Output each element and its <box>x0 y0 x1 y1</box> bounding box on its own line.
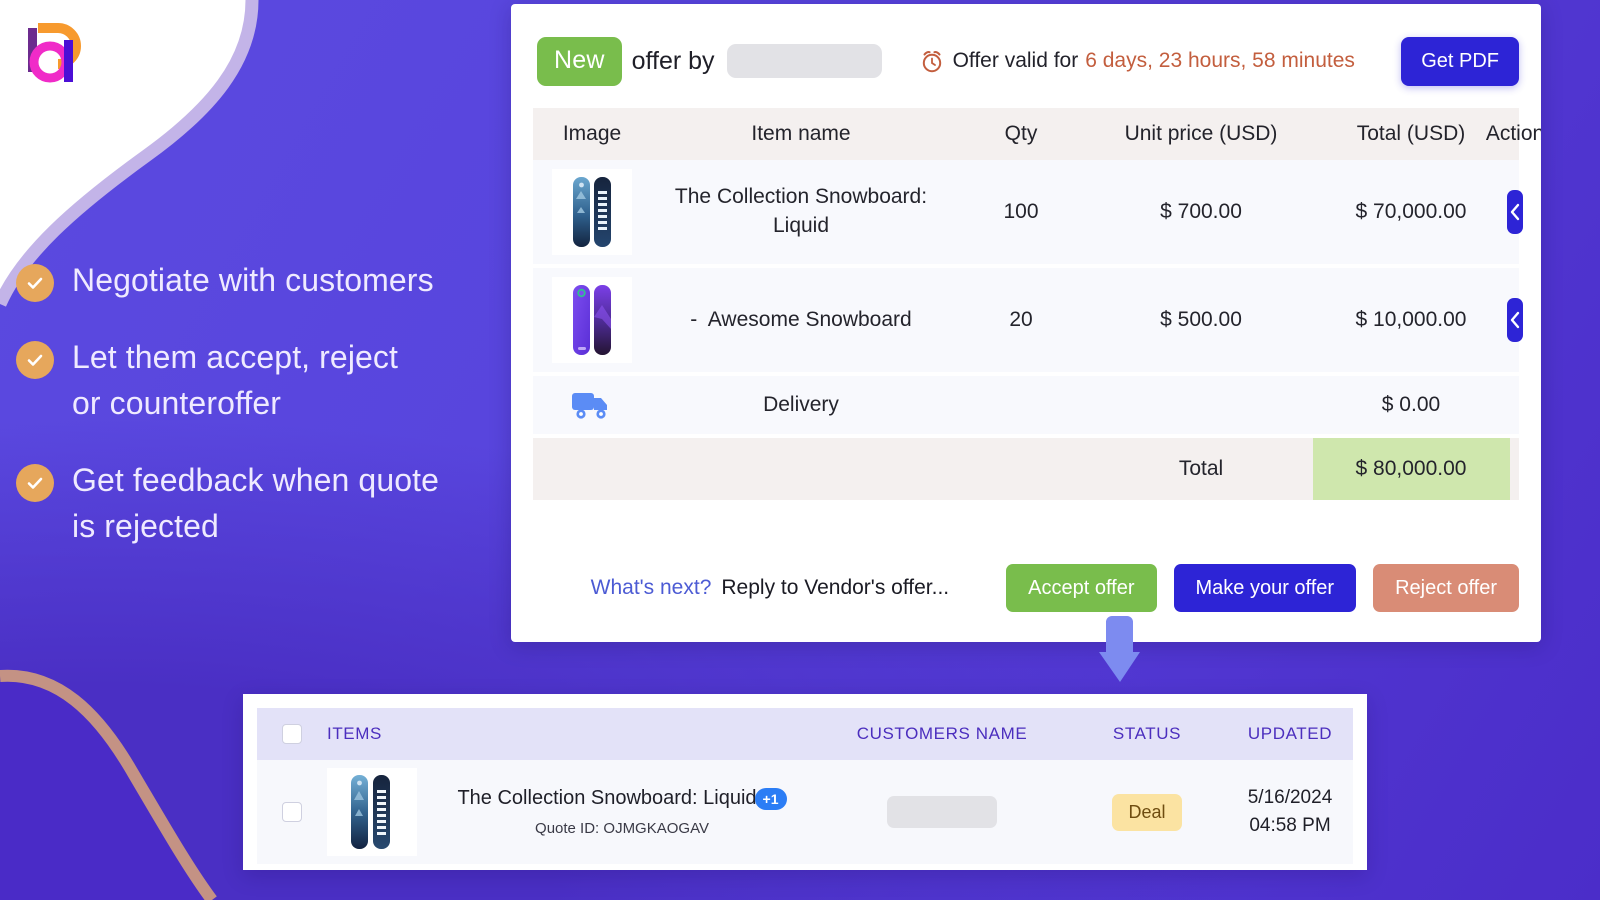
quote-id-label: Quote ID: OJMGKAOGAV <box>535 820 709 837</box>
column-header-updated: UPDATED <box>1247 724 1333 743</box>
total-row: Total $ 80,000.00 <box>533 438 1519 500</box>
column-header-unit-price: Unit price (USD) <box>1124 122 1278 145</box>
offer-header: New offer by Offer valid for 6 days, 23 … <box>511 4 1541 100</box>
item-total: $ 70,000.00 <box>1355 200 1467 223</box>
offer-by-label: offer by <box>631 46 715 75</box>
quotes-list-header: ITEMS CUSTOMERS NAME STATUS UPDATED <box>257 708 1353 760</box>
row-select-cell <box>257 802 327 822</box>
offer-actions: What's next? Reply to Vendor's offer... … <box>511 564 1541 612</box>
chevron-left-icon-button[interactable] <box>1507 190 1523 234</box>
row-select-checkbox[interactable] <box>282 802 302 822</box>
item-name-label: The Collection Snowboard: Liquid <box>674 185 928 237</box>
accept-offer-button[interactable]: Accept offer <box>1006 564 1157 612</box>
table-header-row: Image Item name Qty Unit price (USD) Tot… <box>533 108 1541 160</box>
item-action-cell <box>1507 298 1523 342</box>
check-circle-icon <box>16 464 54 503</box>
column-header-qty: Qty <box>1004 122 1038 145</box>
item-unit-price: $ 700.00 <box>1160 200 1242 223</box>
delivery-icon-cell <box>533 387 651 423</box>
get-pdf-button[interactable]: Get PDF <box>1401 36 1519 86</box>
item-total: $ 10,000.00 <box>1355 308 1467 331</box>
total-label: Total <box>1178 457 1224 480</box>
item-unit-price: $ 500.00 <box>1160 308 1242 331</box>
item-qty: 100 <box>1003 200 1039 223</box>
snowboard-liquid-thumbnail <box>335 770 409 854</box>
reject-offer-button[interactable]: Reject offer <box>1373 564 1519 612</box>
check-circle-icon <box>16 264 54 302</box>
item-action-cell <box>1507 190 1523 234</box>
alarm-clock-icon <box>922 51 941 73</box>
offer-items-table: Image Item name Qty Unit price (USD) Tot… <box>533 108 1541 500</box>
select-all-cell <box>257 724 327 744</box>
offer-validity: Offer valid for 6 days, 23 hours, 58 min… <box>920 48 1355 74</box>
feature-label: Negotiate with customers <box>72 262 434 298</box>
offer-card: New offer by Offer valid for 6 days, 23 … <box>511 4 1541 642</box>
feature-label: Let them accept, reject or counteroffer <box>72 339 399 421</box>
customer-name-redacted <box>887 796 997 828</box>
item-image <box>533 169 651 255</box>
chevron-left-icon-button[interactable] <box>1507 298 1523 342</box>
total-value: $ 80,000.00 <box>1312 438 1510 500</box>
table-row: - Awesome Snowboard 20 $ 500.00 $ 10,000… <box>533 268 1523 372</box>
status-badge-new: New <box>537 36 622 86</box>
reply-hint-text: Reply to Vendor's offer... <box>721 576 950 599</box>
select-all-checkbox[interactable] <box>282 724 302 744</box>
updated-cell: 5/16/2024 04:58 PM <box>1227 784 1353 839</box>
updated-date: 5/16/2024 <box>1247 787 1333 809</box>
snowboard-purple-thumbnail <box>552 277 632 363</box>
status-badge: Deal <box>1112 793 1182 831</box>
customer-name-cell <box>817 796 1067 828</box>
company-logo <box>28 23 81 83</box>
item-qty: 20 <box>1009 308 1033 331</box>
quote-item-title: The Collection Snowboard: Liquid <box>457 787 757 809</box>
column-header-status: STATUS <box>1112 724 1182 743</box>
delivery-total: $ 0.00 <box>1381 393 1441 416</box>
item-name: - Awesome Snowboard <box>651 306 951 335</box>
vendor-name-redacted <box>726 44 882 78</box>
offer-valid-label: Offer valid for <box>952 49 1079 72</box>
column-header-total: Total (USD) <box>1356 122 1466 145</box>
quote-item-image <box>327 768 417 856</box>
arrow-down-icon <box>1099 616 1140 682</box>
quote-items-cell: The Collection Snowboard: Liquid +1 Quot… <box>327 768 817 856</box>
column-header-item-name: Item name <box>751 122 851 145</box>
delivery-truck-icon <box>572 393 607 419</box>
feature-item: Let them accept, reject or counteroffer <box>16 335 516 426</box>
list-item[interactable]: The Collection Snowboard: Liquid +1 Quot… <box>257 760 1353 864</box>
updated-timestamp: 5/16/2024 04:58 PM <box>1248 784 1333 839</box>
offer-valid-countdown: 6 days, 23 hours, 58 minutes <box>1085 49 1355 72</box>
total-value-cell: $ 80,000.00 <box>1311 438 1511 500</box>
column-header-customers-name: CUSTOMERS NAME <box>856 724 1028 743</box>
quote-item-title-wrap: The Collection Snowboard: Liquid +1 <box>457 787 787 810</box>
make-offer-button[interactable]: Make your offer <box>1173 564 1357 612</box>
item-image <box>533 277 651 363</box>
extra-items-badge: +1 <box>754 787 787 810</box>
check-circle-icon <box>16 341 54 380</box>
updated-time: 04:58 PM <box>1249 815 1331 836</box>
quote-item-text: The Collection Snowboard: Liquid +1 Quot… <box>427 787 817 837</box>
chevron-left-icon <box>1510 203 1520 221</box>
table-row: The Collection Snowboard: Liquid 100 $ 7… <box>533 160 1523 264</box>
column-header-image: Image <box>562 122 622 145</box>
quotes-list-card: ITEMS CUSTOMERS NAME STATUS UPDATED The … <box>243 694 1367 870</box>
column-header-action: Action <box>1485 122 1541 145</box>
snowboard-liquid-thumbnail <box>552 169 632 255</box>
status-cell: Deal <box>1067 793 1227 831</box>
feature-item: Get feedback when quote is rejected <box>16 458 516 549</box>
feature-list: Negotiate with customers Let them accept… <box>16 258 516 549</box>
feature-label: Get feedback when quote is rejected <box>72 462 440 544</box>
delivery-row: Delivery $ 0.00 <box>533 376 1519 434</box>
feature-item: Negotiate with customers <box>16 258 516 303</box>
whats-next-link[interactable]: What's next? <box>591 576 712 600</box>
item-name: The Collection Snowboard: Liquid <box>651 183 951 241</box>
item-name-label: - Awesome Snowboard <box>690 307 912 331</box>
chevron-left-icon <box>1510 311 1520 329</box>
delivery-label: Delivery <box>763 393 839 416</box>
column-header-items: ITEMS <box>327 724 382 743</box>
